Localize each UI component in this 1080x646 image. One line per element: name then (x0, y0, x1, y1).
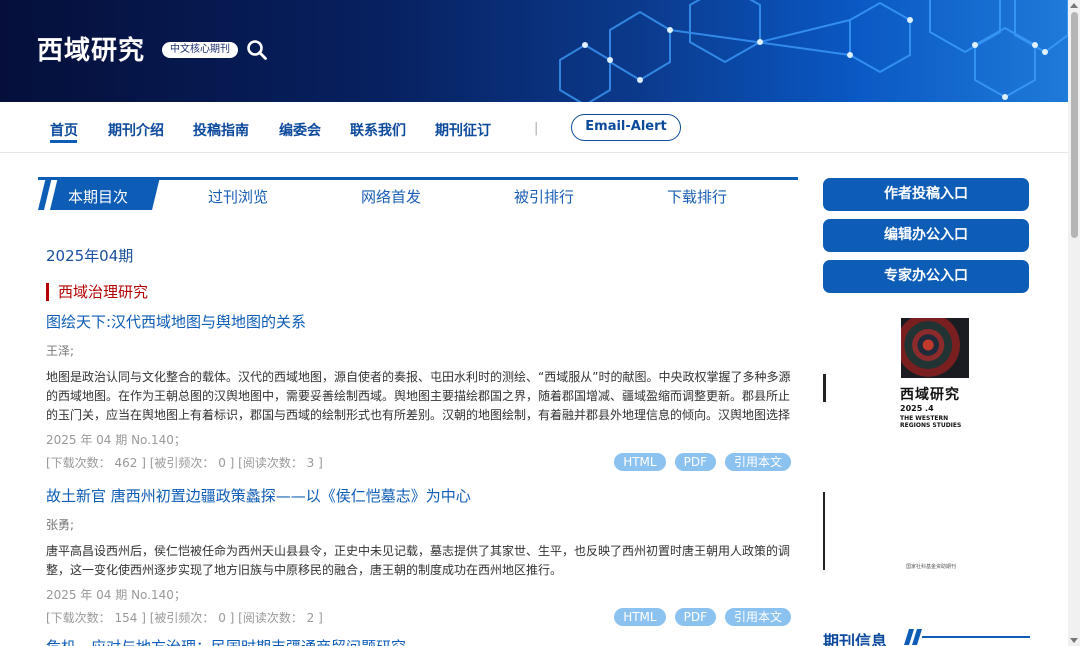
author-submission-button[interactable]: 作者投稿入口 (823, 178, 1029, 211)
tab-online-first[interactable]: 网络首发 (361, 186, 421, 207)
tab-current-issue[interactable]: 本期目次 (68, 186, 128, 207)
html-button[interactable]: HTML (614, 453, 666, 471)
nav-separator: | (534, 121, 539, 136)
article-issue-info: 2025 年 04 期 No.140； (46, 433, 186, 447)
editor-office-button[interactable]: 编辑办公入口 (823, 219, 1029, 252)
tab-most-downloaded[interactable]: 下载排行 (667, 186, 727, 207)
article-actions: HTML PDF 引用本文 (605, 608, 791, 626)
core-journal-badge: 中文核心期刊 (162, 42, 238, 58)
heading-decoration (904, 629, 1030, 645)
cite-button[interactable]: 引用本文 (724, 608, 791, 626)
issue-tabs: 本期目次 过刊浏览 网络首发 被引排行 下载排行 (38, 177, 798, 210)
scroll-down-arrow-icon[interactable] (1070, 638, 1078, 643)
cover-artwork (901, 318, 969, 378)
cover-spine-mark (823, 374, 826, 402)
scrollbar-thumb[interactable] (1071, 12, 1078, 238)
pdf-button[interactable]: PDF (674, 453, 716, 471)
expert-office-button[interactable]: 专家办公入口 (823, 260, 1029, 293)
nav-item-contact[interactable]: 联系我们 (350, 120, 406, 140)
cover-spine-mark (823, 492, 825, 570)
nav-item-editorial-board[interactable]: 编委会 (279, 120, 321, 140)
article-item: 危机、应对与地方治理：民国时期丰疆通商贸问题研究 (46, 636, 791, 646)
issue-title: 2025年04期 (46, 247, 134, 265)
section-heading: 西域治理研究 (46, 283, 148, 301)
article-author[interactable]: 张勇; (46, 516, 791, 533)
article-stats-text: [下载次数： 462 ] [被引频次： 0 ] [阅读次数： 3 ] (46, 456, 323, 470)
article-issue-info: 2025 年 04 期 No.140； (46, 588, 186, 602)
nav-item-submission-guide[interactable]: 投稿指南 (193, 120, 249, 140)
nav-active-indicator (50, 140, 77, 143)
site-title[interactable]: 西域研究 (37, 30, 145, 67)
cover-title: 西域研究 (900, 387, 960, 403)
article-title[interactable]: 危机、应对与地方治理：民国时期丰疆通商贸问题研究 (46, 636, 791, 646)
email-alert-button[interactable]: Email-Alert (571, 114, 681, 141)
journal-cover-image[interactable]: 西域研究 2025 .4 THE WESTERN REGIONS STUDIES… (822, 312, 1030, 594)
network-pattern-decoration (559, 0, 1068, 102)
main-nav: 首页 期刊介绍 投稿指南 编委会 联系我们 期刊征订 | Email-Alert (0, 102, 1068, 153)
article-title[interactable]: 图绘天下:汉代西域地图与舆地图的关系 (46, 311, 791, 332)
html-button[interactable]: HTML (614, 608, 666, 626)
article-stats-text: [下载次数： 154 ] [被引频次： 0 ] [阅读次数： 2 ] (46, 611, 323, 625)
nav-item-subscription[interactable]: 期刊征订 (435, 120, 491, 140)
search-icon[interactable] (246, 39, 268, 61)
cite-button[interactable]: 引用本文 (724, 453, 791, 471)
page-scrollbar[interactable] (1068, 0, 1080, 646)
scroll-up-arrow-icon[interactable] (1070, 3, 1078, 8)
journal-info-heading: 期刊信息 (823, 632, 888, 646)
nav-item-home[interactable]: 首页 (50, 120, 78, 140)
article-abstract: 地图是政治认同与文化整合的载体。汉代的西域地图，源自使者的奏报、屯田水利时的测绘… (46, 370, 791, 422)
cover-footer: 国家社科基金资助期刊 (906, 564, 957, 570)
article-item: 故土新官 唐西州初置边疆政策蠡探——以《侯仁恺墓志》为中心 张勇; 唐平高昌设西… (46, 485, 791, 627)
cover-english-title: THE WESTERN REGIONS STUDIES (900, 415, 962, 429)
tab-past-issues[interactable]: 过刊浏览 (208, 186, 268, 207)
article-author[interactable]: 王泽; (46, 342, 791, 359)
article-stats: [下载次数： 462 ] [被引频次： 0 ] [阅读次数： 3 ] HTML P… (46, 453, 791, 472)
header-banner: 西域研究 中文核心期刊 (0, 0, 1068, 102)
article-item: 图绘天下:汉代西域地图与舆地图的关系 王泽; 地图是政治认同与文化整合的载体。汉… (46, 311, 791, 472)
article-actions: HTML PDF 引用本文 (605, 453, 791, 471)
cover-issue-number: 2025 .4 (900, 404, 934, 413)
article-title[interactable]: 故土新官 唐西州初置边疆政策蠡探——以《侯仁恺墓志》为中心 (46, 485, 791, 506)
tab-most-cited[interactable]: 被引排行 (514, 186, 574, 207)
article-abstract: 唐平高昌设西州后，侯仁恺被任命为西州天山县县令，正史中未见记载，墓志提供了其家世… (46, 544, 791, 577)
article-stats: [下载次数： 154 ] [被引频次： 0 ] [阅读次数： 2 ] HTML P… (46, 608, 791, 627)
pdf-button[interactable]: PDF (674, 608, 716, 626)
nav-item-journal-intro[interactable]: 期刊介绍 (108, 120, 164, 140)
